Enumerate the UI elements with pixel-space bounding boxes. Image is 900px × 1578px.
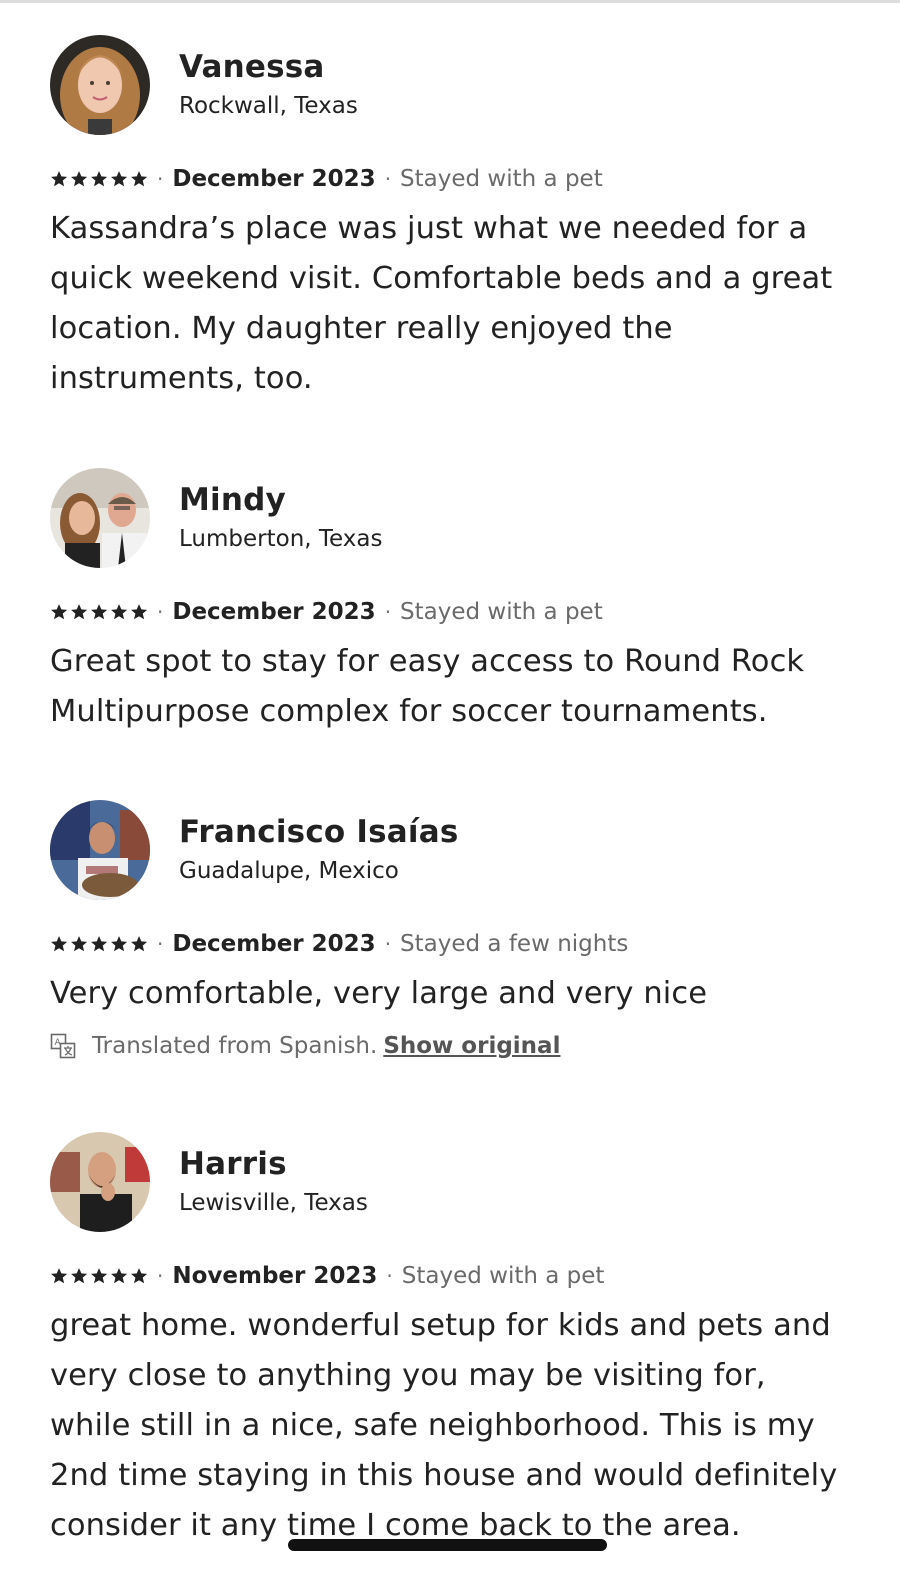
reviewer-name[interactable]: Vanessa	[179, 47, 358, 87]
separator-dot: ·	[157, 932, 164, 956]
star-icon	[51, 171, 68, 187]
separator-dot: ·	[157, 167, 164, 191]
stay-type: Stayed a few nights	[400, 931, 629, 957]
reviewer-name[interactable]: Francisco Isaías	[179, 812, 459, 852]
review-date: December 2023	[172, 931, 376, 957]
reviewer-location: Guadalupe, Mexico	[179, 857, 399, 884]
separator-dot: ·	[157, 600, 164, 624]
reviewer-header[interactable]: Mindy Lumberton, Texas	[50, 468, 850, 568]
star-icon	[71, 1268, 88, 1284]
review-meta: · December 2023 · Stayed with a pet	[50, 164, 850, 194]
star-rating	[50, 170, 148, 188]
reviewer-avatar[interactable]	[50, 800, 150, 900]
star-icon	[111, 936, 128, 952]
review-text: Very comfortable, very large and very ni…	[50, 976, 708, 1011]
reviewer-avatar[interactable]	[50, 1132, 150, 1232]
star-icon	[131, 604, 148, 620]
svg-text:A: A	[55, 1038, 62, 1048]
reviewer-header[interactable]: Harris Lewisville, Texas	[50, 1132, 850, 1232]
star-icon	[51, 936, 68, 952]
home-indicator[interactable]	[288, 1539, 607, 1551]
star-icon	[91, 604, 108, 620]
star-rating	[50, 935, 148, 953]
reviewer-avatar[interactable]	[50, 35, 150, 135]
review-meta: · December 2023 · Stayed a few nights	[50, 929, 850, 959]
review-text: Great spot to stay for easy access to Ro…	[50, 644, 805, 729]
star-rating	[50, 603, 148, 621]
star-icon	[91, 1268, 108, 1284]
star-icon	[111, 171, 128, 187]
separator-dot: ·	[384, 600, 392, 624]
star-icon	[51, 1268, 68, 1284]
separator-dot: ·	[384, 932, 392, 956]
review-card: Harris Lewisville, Texas · November 2023…	[50, 1132, 850, 1551]
reviewer-avatar[interactable]	[50, 468, 150, 568]
stay-type: Stayed with a pet	[400, 166, 603, 192]
separator-dot: ·	[157, 1264, 164, 1288]
review-card: Francisco Isaías Guadalupe, Mexico · Dec…	[50, 800, 850, 1059]
stay-type: Stayed with a pet	[400, 599, 603, 625]
review-date: November 2023	[172, 1263, 378, 1289]
review-text: Kassandra’s place was just what we neede…	[50, 211, 833, 396]
star-icon	[91, 936, 108, 952]
reviewer-name[interactable]: Mindy	[179, 480, 382, 520]
star-icon	[71, 936, 88, 952]
star-icon	[111, 1268, 128, 1284]
review-date: December 2023	[172, 599, 376, 625]
star-icon	[131, 936, 148, 952]
star-icon	[131, 171, 148, 187]
translation-label: Translated from Spanish.	[92, 1033, 378, 1059]
star-icon	[71, 171, 88, 187]
review-card: Vanessa Rockwall, Texas · December 2023 …	[50, 35, 850, 404]
show-original-link[interactable]: Show original	[383, 1033, 560, 1059]
reviewer-name[interactable]: Harris	[179, 1144, 368, 1184]
star-icon	[131, 1268, 148, 1284]
reviewer-location: Lumberton, Texas	[179, 525, 383, 552]
star-icon	[111, 604, 128, 620]
star-icon	[51, 604, 68, 620]
review-text: great home. wonderful setup for kids and…	[50, 1308, 838, 1543]
review-date: December 2023	[172, 166, 376, 192]
reviewer-header[interactable]: Vanessa Rockwall, Texas	[50, 35, 850, 135]
star-icon	[71, 604, 88, 620]
reviewer-location: Lewisville, Texas	[179, 1189, 368, 1216]
review-meta: · November 2023 · Stayed with a pet	[50, 1261, 850, 1291]
separator-dot: ·	[386, 1264, 393, 1288]
top-divider	[0, 0, 900, 3]
star-icon	[91, 171, 108, 187]
translate-icon: A	[50, 1033, 76, 1059]
star-rating	[50, 1267, 148, 1285]
reviewer-header[interactable]: Francisco Isaías Guadalupe, Mexico	[50, 800, 850, 900]
translation-note: A Translated from Spanish. Show original	[50, 1033, 850, 1059]
review-card: Mindy Lumberton, Texas · December 2023 ·…	[50, 468, 850, 737]
review-meta: · December 2023 · Stayed with a pet	[50, 597, 850, 627]
separator-dot: ·	[384, 167, 392, 191]
stay-type: Stayed with a pet	[401, 1263, 605, 1289]
reviewer-location: Rockwall, Texas	[179, 92, 358, 119]
